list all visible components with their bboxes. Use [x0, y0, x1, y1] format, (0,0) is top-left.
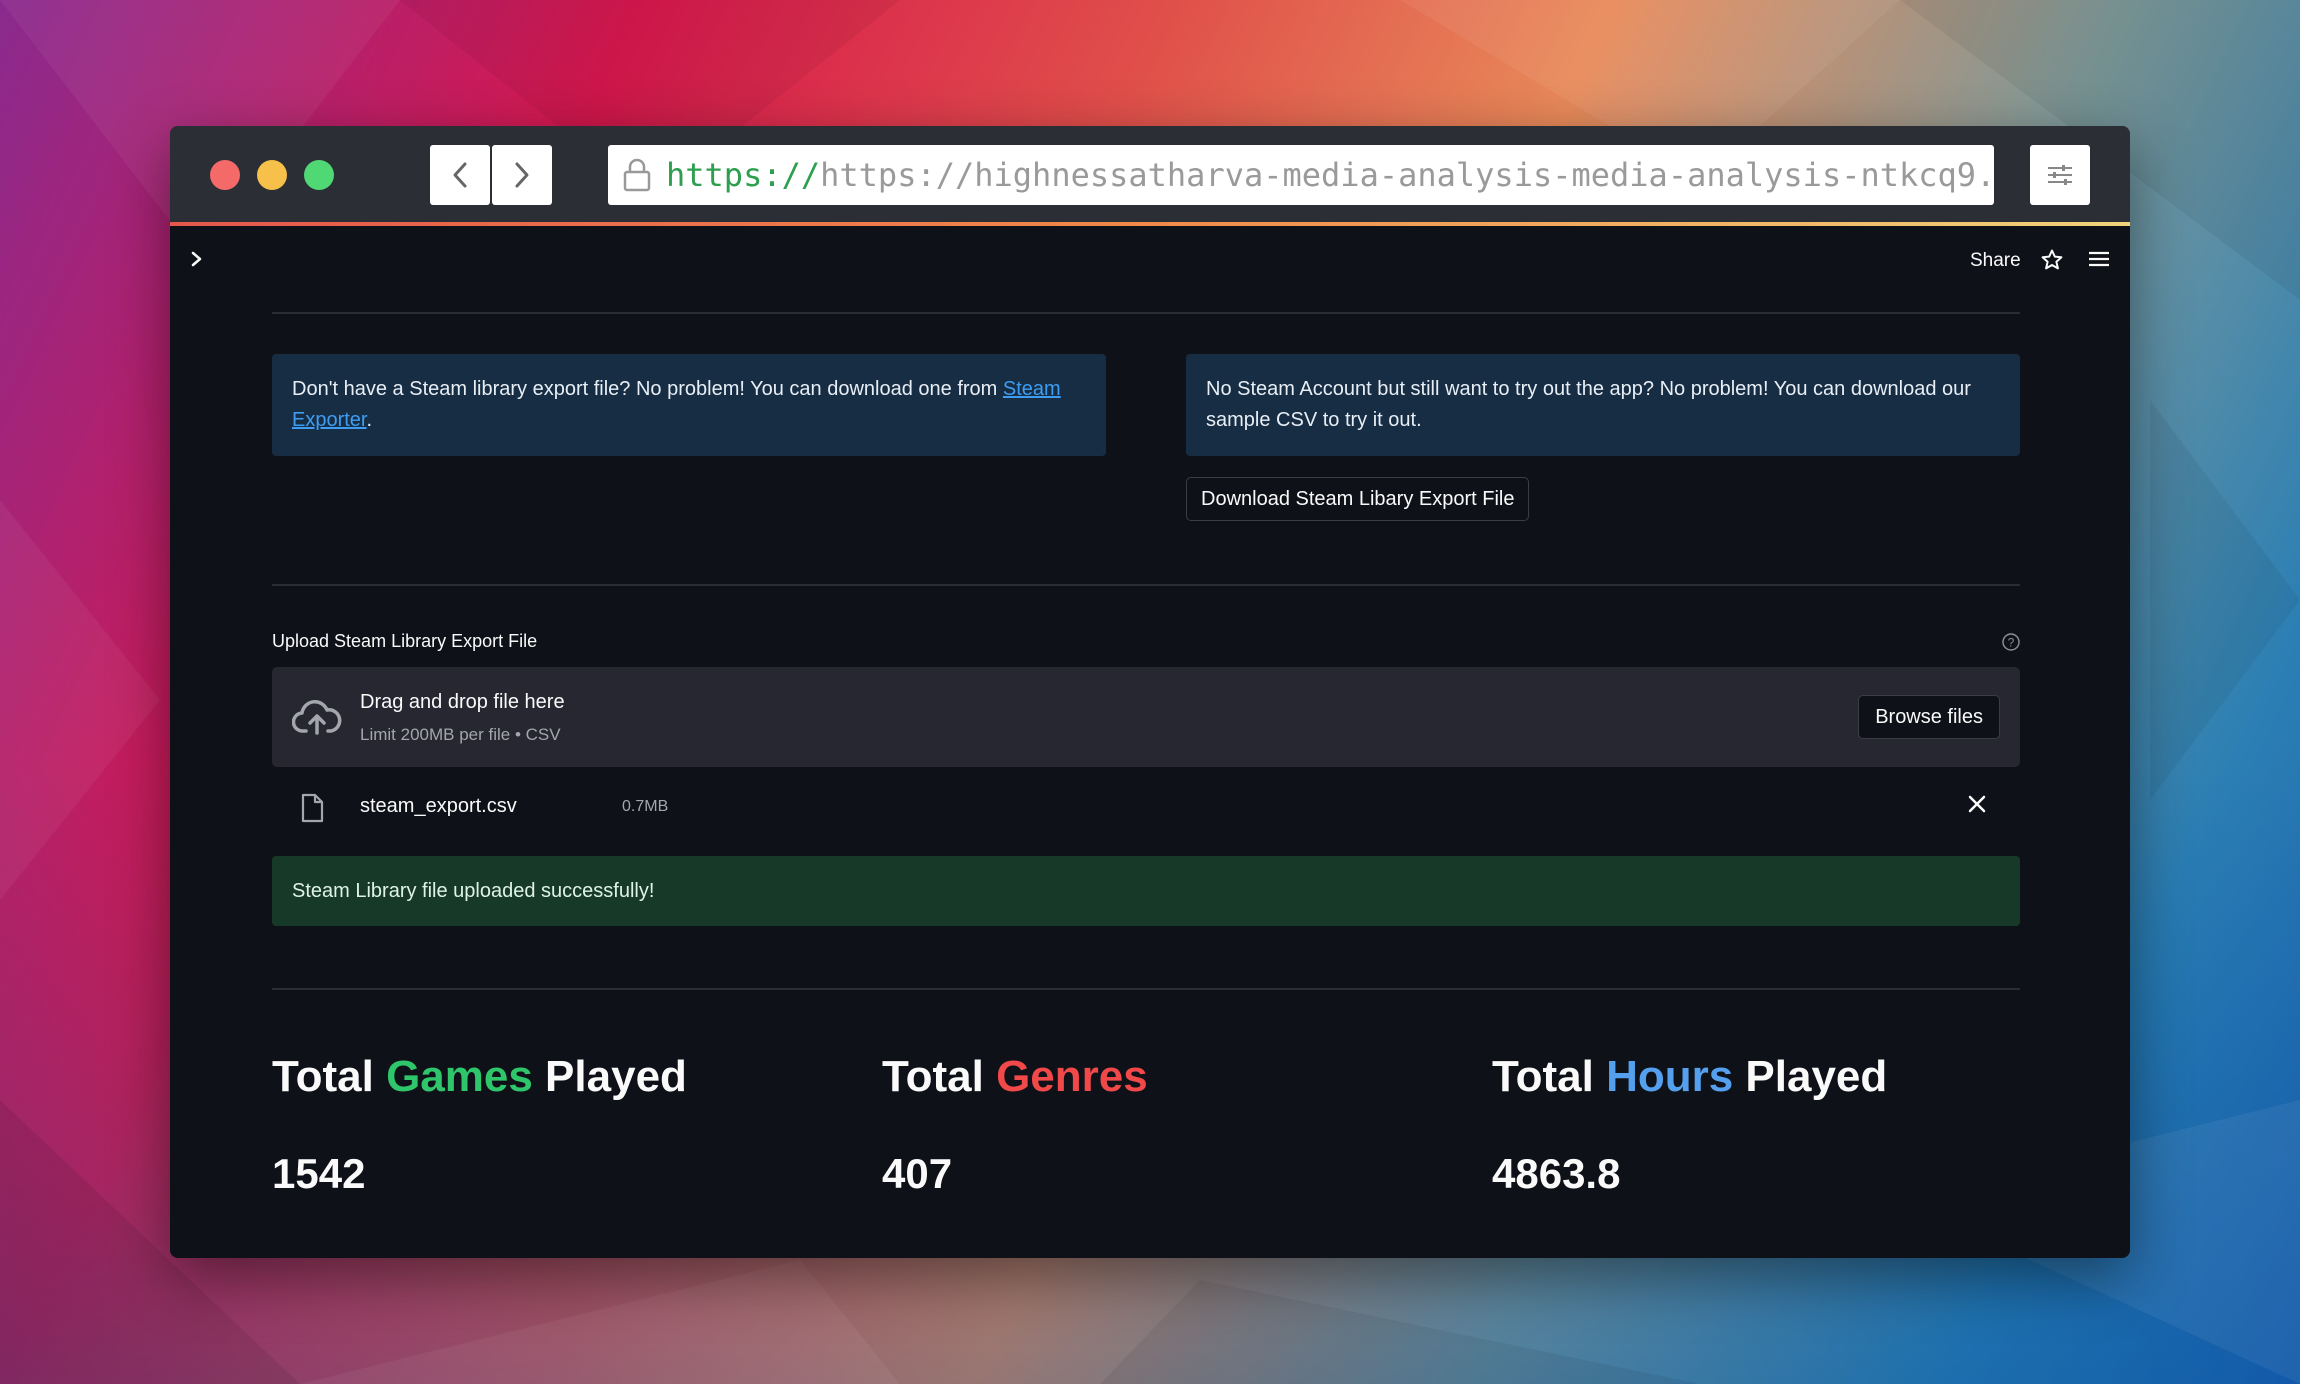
- minimize-window-button[interactable]: [257, 160, 287, 190]
- app-header: Share: [170, 230, 2130, 310]
- browser-settings-button[interactable]: [2030, 145, 2090, 205]
- cloud-upload-icon: [292, 700, 342, 735]
- success-alert: Steam Library file uploaded successfully…: [272, 856, 2020, 926]
- url-scheme: https://: [666, 156, 821, 194]
- url-text: https://highnessatharva-media-analysis-m…: [820, 156, 1994, 194]
- maximize-window-button[interactable]: [304, 160, 334, 190]
- info-box-sample-csv: No Steam Account but still want to try o…: [1186, 354, 2020, 456]
- metric-title-games: Total Games Played: [272, 1052, 687, 1102]
- forward-button[interactable]: [492, 145, 552, 205]
- sidebar-toggle-button[interactable]: [190, 248, 204, 276]
- divider: [272, 584, 2020, 586]
- metric-suffix: Played: [532, 1052, 687, 1101]
- dropzone-title: Drag and drop file here: [360, 691, 565, 713]
- address-bar[interactable]: https://https://highnessatharva-media-an…: [608, 145, 1994, 205]
- close-window-button[interactable]: [210, 160, 240, 190]
- metric-value-hours: 4863.8: [1492, 1150, 1621, 1197]
- browse-files-button[interactable]: Browse files: [1858, 695, 2000, 739]
- metric-title-genres: Total Genres: [882, 1052, 1148, 1102]
- download-export-button[interactable]: Download Steam Libary Export File: [1186, 477, 1530, 521]
- metric-prefix: Total: [882, 1052, 997, 1101]
- metric-prefix: Total: [272, 1052, 387, 1101]
- metric-value-games: 1542: [272, 1150, 366, 1197]
- chevron-left-icon: [453, 162, 467, 188]
- metric-value-genres: 407: [882, 1150, 953, 1197]
- divider: [272, 312, 2020, 314]
- info-text: Don't have a Steam library export file? …: [292, 378, 1003, 400]
- chevron-right-icon: [191, 251, 202, 267]
- uploaded-file-row: steam_export.csv 0.7MB: [272, 781, 2020, 831]
- hamburger-menu-icon[interactable]: [2088, 250, 2110, 268]
- metric-highlight: Games: [386, 1052, 533, 1101]
- file-dropzone[interactable]: Drag and drop file here Limit 200MB per …: [272, 667, 2020, 767]
- lock-icon: [623, 158, 651, 192]
- chevron-right-icon: [515, 162, 529, 188]
- divider: [272, 988, 2020, 990]
- file-name: steam_export.csv: [360, 795, 517, 817]
- uploader-label: Upload Steam Library Export File: [272, 631, 538, 651]
- browser-titlebar: https://https://highnessatharva-media-an…: [170, 126, 2130, 226]
- dropzone-limit: Limit 200MB per file • CSV: [360, 725, 561, 744]
- star-icon[interactable]: [2040, 248, 2064, 272]
- svg-text:?: ?: [2008, 636, 2015, 650]
- file-icon: [301, 793, 324, 823]
- metric-highlight: Hours: [1606, 1052, 1734, 1101]
- back-button[interactable]: [430, 145, 490, 205]
- browser-window: https://https://highnessatharva-media-an…: [170, 126, 2130, 1258]
- file-size: 0.7MB: [622, 798, 669, 815]
- info-box-steam-exporter: Don't have a Steam library export file? …: [272, 354, 1106, 456]
- metric-prefix: Total: [1492, 1052, 1607, 1101]
- metric-highlight: Genres: [996, 1052, 1148, 1101]
- metric-title-hours: Total Hours Played: [1492, 1052, 1887, 1102]
- share-button[interactable]: Share: [1970, 250, 2021, 272]
- help-icon[interactable]: ?: [2001, 632, 2021, 652]
- sliders-icon: [2048, 165, 2072, 185]
- info-text: No Steam Account but still want to try o…: [1206, 378, 1971, 431]
- metric-suffix: Played: [1733, 1052, 1888, 1101]
- info-suffix: .: [366, 409, 373, 431]
- close-icon[interactable]: [1966, 793, 1988, 815]
